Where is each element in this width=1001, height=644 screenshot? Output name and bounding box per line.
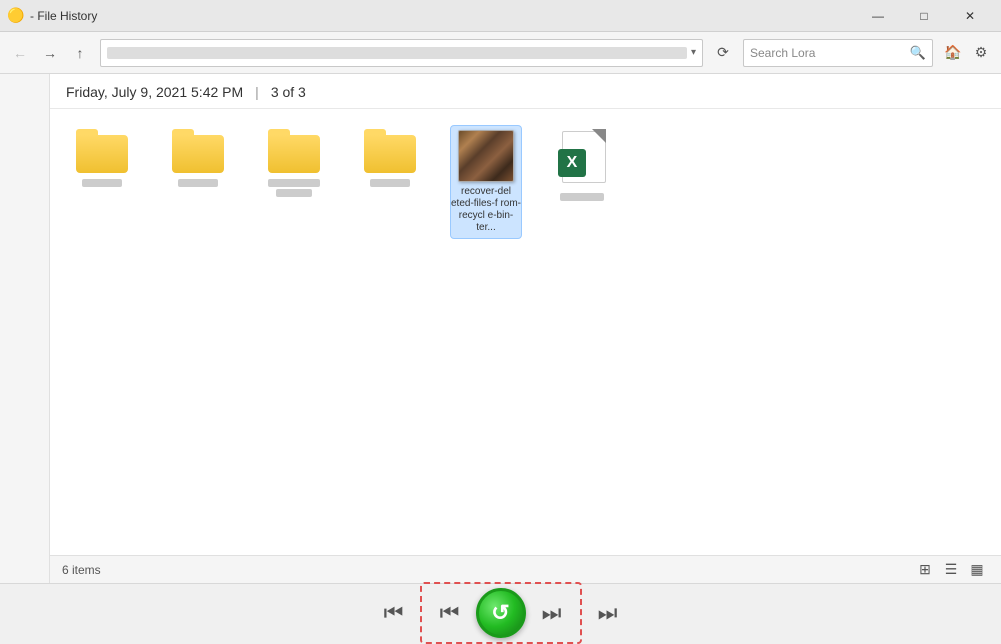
title-bar: 🟡 - File History — □ ✕ [0, 0, 1001, 32]
folder-icon [268, 129, 320, 173]
excel-file-icon: X [558, 129, 606, 183]
address-text [107, 47, 687, 59]
search-bar[interactable]: Search Lora 🔍 [743, 39, 933, 67]
list-item[interactable] [162, 125, 234, 193]
address-chevron-icon: ▾ [691, 47, 696, 58]
image-file-icon [458, 130, 514, 182]
file-label [260, 177, 328, 199]
search-placeholder: Search Lora [750, 46, 910, 60]
main-area: Friday, July 9, 2021 5:42 PM | 3 of 3 [0, 74, 1001, 583]
folder-icon [76, 129, 128, 173]
page-info: 3 of 3 [271, 84, 306, 100]
bottom-bar: ⏮ ⏮ ⏭ ⏭ [0, 583, 1001, 641]
file-area: recover-del eted-files-f rom-recycl e-bi… [50, 109, 1001, 555]
forward-button[interactable]: → [36, 39, 64, 67]
item-count: 6 items [62, 563, 101, 577]
refresh-button[interactable]: ⟳ [709, 39, 737, 67]
search-icon[interactable]: 🔍 [910, 45, 926, 61]
content-panel: Friday, July 9, 2021 5:42 PM | 3 of 3 [50, 74, 1001, 583]
date-text: Friday, July 9, 2021 5:42 PM [66, 84, 243, 100]
details-view-button[interactable]: ☰ [939, 560, 963, 580]
file-label [356, 177, 424, 189]
folder-icon [364, 129, 416, 173]
date-header: Friday, July 9, 2021 5:42 PM | 3 of 3 [50, 74, 1001, 109]
minimize-button[interactable]: — [855, 0, 901, 32]
list-item[interactable]: X [546, 125, 618, 207]
settings-button[interactable]: ⚙ [967, 39, 995, 67]
previous-version-button[interactable]: ⏮ [432, 595, 468, 631]
restore-button[interactable] [476, 588, 526, 638]
file-label [548, 187, 616, 203]
list-item[interactable] [258, 125, 330, 203]
file-label [164, 177, 232, 189]
status-bar: 6 items ⊞ ☰ ▦ [50, 555, 1001, 583]
back-button[interactable]: ← [6, 39, 34, 67]
address-bar[interactable]: ▾ [100, 39, 703, 67]
file-label [68, 177, 136, 189]
list-item[interactable] [354, 125, 426, 193]
app-icon: 🟡 [8, 8, 24, 24]
last-page-button[interactable]: ⏭ [590, 595, 626, 631]
list-view-button[interactable]: ▦ [965, 560, 989, 580]
date-divider: | [255, 84, 259, 100]
home-button[interactable]: 🏠 [939, 39, 967, 67]
folder-icon [172, 129, 224, 173]
nav-bar: ← → ↑ ▾ ⟳ Search Lora 🔍 🏠 ⚙ [0, 32, 1001, 74]
up-button[interactable]: ↑ [66, 39, 94, 67]
view-controls: ⊞ ☰ ▦ [913, 560, 989, 580]
next-version-button[interactable]: ⏭ [534, 595, 570, 631]
maximize-button[interactable]: □ [901, 0, 947, 32]
sidebar [0, 74, 50, 583]
file-label: recover-del eted-files-f rom-recycl e-bi… [450, 186, 522, 234]
large-icons-view-button[interactable]: ⊞ [913, 560, 937, 580]
restore-container: ⏮ ⏭ [420, 582, 582, 644]
window-controls: — □ ✕ [855, 0, 993, 32]
window-title: - File History [30, 9, 855, 23]
nav-right-buttons: 🏠 ⚙ [939, 39, 995, 67]
list-item[interactable]: recover-del eted-files-f rom-recycl e-bi… [450, 125, 522, 239]
first-page-button[interactable]: ⏮ [376, 595, 412, 631]
list-item[interactable] [66, 125, 138, 193]
close-button[interactable]: ✕ [947, 0, 993, 32]
